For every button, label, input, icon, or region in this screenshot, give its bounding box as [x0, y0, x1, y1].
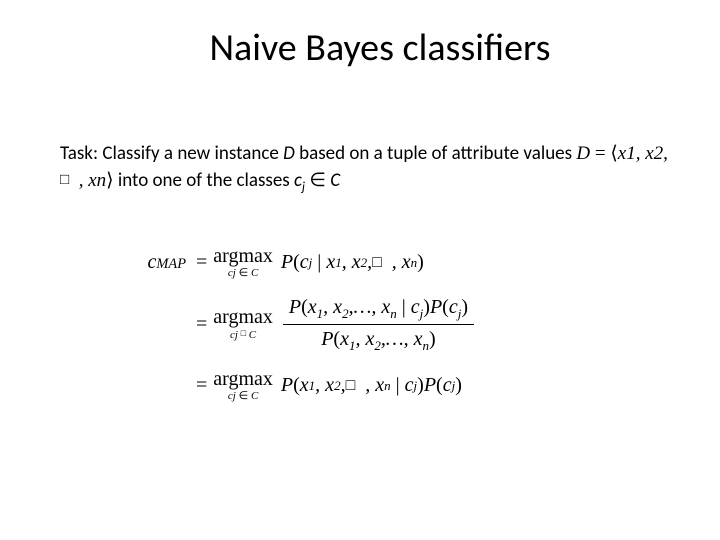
argmax-word-2: argmax [213, 307, 273, 327]
eq-2: = [196, 313, 207, 336]
elem-sym: ∈ [305, 169, 330, 192]
slide-title: Naive Bayes classifiers [90, 25, 670, 71]
argmax-2: argmax cj □ C [213, 307, 273, 341]
formula-line-1: cMAP = argmax cj ∈ C P(cj | x1, x2, □ , … [130, 246, 670, 279]
denominator: P(x1, x2,…, xn) [315, 325, 442, 356]
task-mid1: based on a tuple of attribute values [295, 142, 577, 165]
task-paragraph: Task: Classify a new instance D based on… [60, 141, 670, 196]
argmax-sub-1: cj ∈ C [228, 268, 258, 279]
argmax-3: argmax cj ∈ C [213, 369, 273, 402]
rhs-2: P(x1, x2,…, xn | cj)P(cj) P(x1, x2,…, xn… [281, 293, 474, 355]
rhs-3: P(x1, x2, □ , xn | cj)P(cj) [281, 374, 462, 397]
rhs-1: P(cj | x1, x2, □ , xn) [281, 251, 424, 274]
argmax-word-3: argmax [213, 369, 273, 389]
formula-line-3: = argmax cj ∈ C P(x1, x2, □ , xn | cj)P(… [130, 369, 670, 402]
argmax-word-1: argmax [213, 246, 273, 266]
lhs-map: MAP [156, 256, 186, 272]
set-var: C [330, 169, 340, 192]
eq-1: = [196, 251, 207, 274]
formula-derivation: cMAP = argmax cj ∈ C P(cj | x1, x2, □ , … [130, 246, 670, 402]
slide-container: Naive Bayes classifiers Task: Classify a… [0, 0, 720, 450]
task-prefix: Task: Classify a new instance [60, 142, 283, 165]
lhs-cmap: cMAP [130, 251, 190, 274]
class-var: c [294, 169, 302, 192]
argmax-sub-2: cj □ C [230, 329, 256, 341]
argmax-sub-3: cj ∈ C [228, 391, 258, 402]
formula-line-2: = argmax cj □ C P(x1, x2,…, xn | cj)P(cj… [130, 293, 670, 355]
fraction: P(x1, x2,…, xn | cj)P(cj) P(x1, x2,…, xn… [283, 293, 474, 355]
task-mid2: into one of the classes [114, 169, 294, 192]
eq-3: = [196, 374, 207, 397]
numerator: P(x1, x2,…, xn | cj)P(cj) [283, 293, 474, 325]
argmax-1: argmax cj ∈ C [213, 246, 273, 279]
instance-var: D [283, 142, 295, 165]
